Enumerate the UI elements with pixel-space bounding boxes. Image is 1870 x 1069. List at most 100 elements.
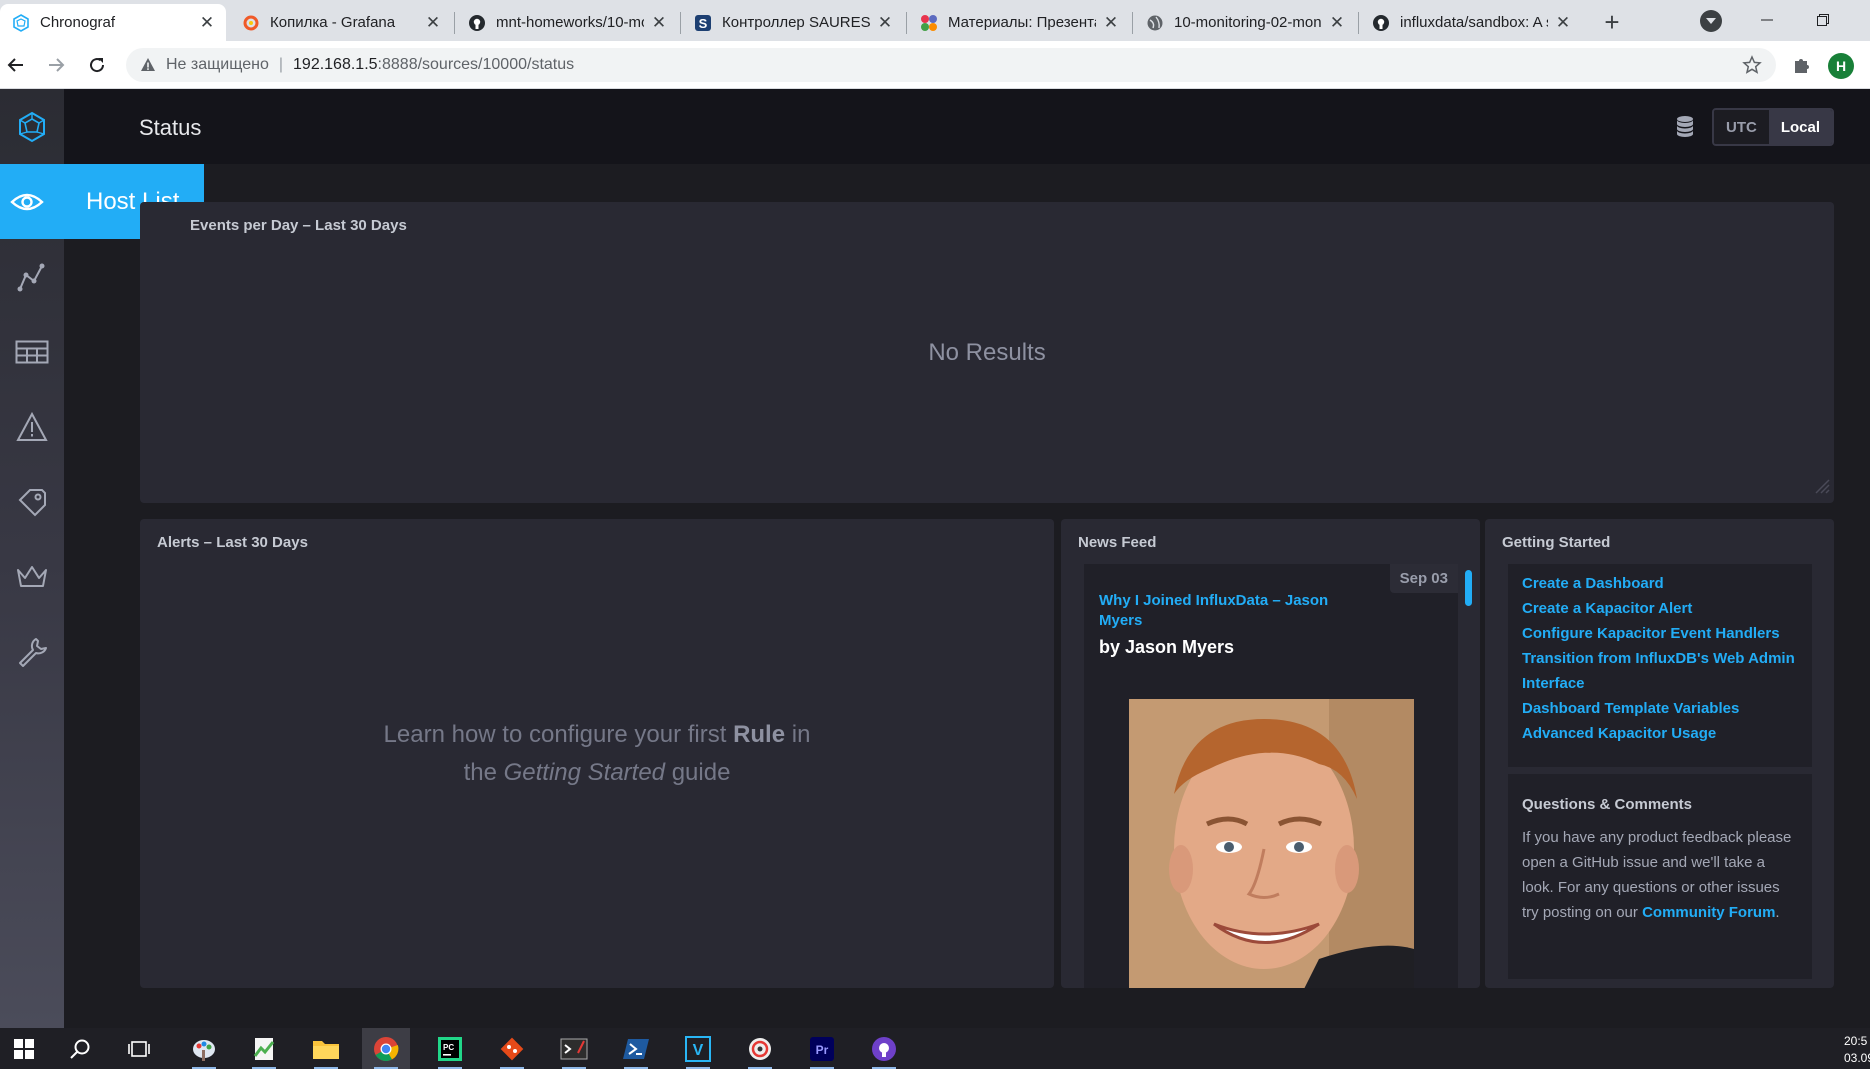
start-button[interactable] (0, 1028, 48, 1069)
bookmark-star-icon[interactable] (1742, 55, 1762, 80)
tab-separator (454, 12, 455, 34)
tab-title: 10-monitoring-02-monitoring (1174, 14, 1322, 31)
taskbar-app-vegas[interactable]: V (674, 1028, 722, 1069)
tab-title: Материалы: Презентация (948, 14, 1096, 31)
eye-icon (0, 191, 54, 213)
profile-avatar[interactable]: Н (1828, 53, 1854, 79)
link-configure-event-handlers[interactable]: Configure Kapacitor Event Handlers (1522, 621, 1798, 646)
sidebar-item-admin[interactable] (0, 539, 64, 614)
taskbar-app-paint[interactable] (180, 1028, 228, 1069)
system-clock[interactable]: 20:5 03.09 (1844, 1033, 1870, 1067)
restore-icon (1817, 14, 1829, 26)
getting-started-panel: Getting Started Create a Dashboard Creat… (1485, 519, 1834, 988)
back-button[interactable] (0, 49, 32, 81)
link-create-dashboard[interactable]: Create a Dashboard (1522, 571, 1798, 596)
svg-text:V: V (693, 1042, 704, 1059)
taskbar-app-pycharm[interactable]: PC (426, 1028, 474, 1069)
chronograf-logo-icon[interactable] (0, 89, 64, 164)
alerts-panel: Alerts – Last 30 Days Learn how to confi… (140, 519, 1054, 988)
taskbar-app-github-desktop[interactable] (860, 1028, 908, 1069)
new-tab-button[interactable]: + (1598, 7, 1626, 37)
tab-influx-sandbox[interactable]: influxdata/sandbox: A sandbox ✕ (1360, 4, 1582, 41)
windows-taskbar: PC V Pr 20:5 03.09 (0, 1028, 1870, 1069)
taskbar-app-terminal[interactable] (550, 1028, 598, 1069)
tz-utc-button[interactable]: UTC (1714, 110, 1769, 144)
empty-state-line: the Getting Started guide (464, 754, 731, 792)
terminal-icon (560, 1038, 588, 1059)
taskbar-app-media[interactable] (736, 1028, 784, 1069)
minimize-button[interactable] (1744, 4, 1790, 36)
taskbar-app-notepadpp[interactable] (240, 1028, 288, 1069)
wrench-icon (19, 637, 47, 667)
github-icon (468, 14, 486, 32)
table-icon (15, 340, 49, 363)
close-icon[interactable]: ✕ (1102, 13, 1120, 32)
tab-monitoring[interactable]: 10-monitoring-02-monitoring ✕ (1134, 4, 1356, 41)
taskbar-app-explorer[interactable] (302, 1028, 350, 1069)
restore-button[interactable] (1800, 4, 1846, 36)
clock-date: 03.09 (1844, 1051, 1870, 1065)
resize-handle-icon[interactable] (1812, 476, 1830, 499)
task-view-button[interactable] (115, 1028, 163, 1069)
close-icon[interactable]: ✕ (650, 13, 668, 32)
link-transition-admin[interactable]: Transition from InfluxDB's Web Admin Int… (1522, 646, 1798, 696)
tab-chronograf[interactable]: Chronograf ✕ (0, 4, 226, 41)
tz-local-button[interactable]: Local (1768, 110, 1833, 144)
chevron-down-icon (1706, 18, 1716, 24)
close-icon[interactable]: ✕ (198, 13, 216, 32)
sidebar-item-log-viewer[interactable] (0, 464, 64, 539)
close-icon[interactable]: ✕ (1328, 13, 1346, 32)
svg-text:Pr: Pr (816, 1043, 829, 1057)
link-template-variables[interactable]: Dashboard Template Variables (1522, 696, 1798, 721)
svg-text:S: S (699, 16, 708, 31)
sidebar-item-configuration[interactable] (0, 614, 64, 689)
task-view-icon (128, 1040, 150, 1057)
timezone-toggle: UTC Local (1712, 108, 1835, 146)
qc-title: Questions & Comments (1522, 796, 1693, 813)
github-desktop-icon (872, 1036, 896, 1061)
insecure-label: Не защищено (166, 56, 269, 73)
address-bar[interactable]: Не защищено | 192.168.1.5:8888/sources/1… (126, 48, 1776, 82)
search-button[interactable] (56, 1028, 104, 1069)
tab-github-homeworks[interactable]: mnt-homeworks/10-monitoring ✕ (456, 4, 678, 41)
sidebar-item-data-explorer[interactable] (0, 239, 64, 314)
taskbar-app-chrome[interactable] (362, 1028, 410, 1069)
close-icon[interactable]: ✕ (424, 13, 442, 32)
materials-icon (920, 14, 938, 32)
premiere-icon: Pr (810, 1036, 834, 1061)
qc-text: If you have any product feedback please … (1522, 825, 1798, 925)
rule-emphasis: Rule (733, 720, 786, 748)
community-forum-link[interactable]: Community Forum (1642, 904, 1775, 921)
chronograf-app: Host List Status UTC Local Events per Da… (0, 89, 1870, 1028)
tab-search-button[interactable] (1700, 10, 1722, 32)
close-icon[interactable]: ✕ (1554, 13, 1572, 32)
database-icon[interactable] (1676, 115, 1694, 142)
taskbar-app-premiere[interactable]: Pr (798, 1028, 846, 1069)
reload-button[interactable] (81, 49, 113, 81)
tab-separator (680, 12, 681, 34)
link-create-kapacitor-alert[interactable]: Create a Kapacitor Alert (1522, 596, 1798, 621)
vegas-icon: V (685, 1035, 711, 1062)
news-headline-link[interactable]: Why I Joined InfluxData – Jason Myers (1099, 591, 1349, 631)
extensions-puzzle-icon[interactable] (1792, 55, 1812, 80)
taskbar-app-powershell[interactable] (612, 1028, 660, 1069)
tab-grafana[interactable]: Копилка - Grafana ✕ (230, 4, 452, 41)
sidebar-item-dashboards[interactable] (0, 314, 64, 389)
folder-icon (313, 1040, 339, 1059)
taskbar-app-git[interactable] (488, 1028, 536, 1069)
tab-title: Контроллер SAURES (722, 14, 870, 31)
questions-comments-box: Questions & Comments If you have any pro… (1508, 774, 1812, 979)
tab-saures[interactable]: S Контроллер SAURES ✕ (682, 4, 904, 41)
alerts-empty-state: Learn how to configure your first Rule i… (140, 519, 1054, 988)
powershell-icon (623, 1038, 649, 1059)
close-icon[interactable]: ✕ (876, 13, 894, 32)
arrow-left-icon (7, 58, 23, 72)
search-icon (70, 1039, 90, 1059)
forward-button[interactable] (40, 49, 72, 81)
sidebar-item-alerting[interactable] (0, 389, 64, 464)
tab-materials[interactable]: Материалы: Презентация ✕ (908, 4, 1130, 41)
author-photo (1129, 699, 1414, 988)
crown-icon (17, 565, 47, 587)
link-advanced-kapacitor[interactable]: Advanced Kapacitor Usage (1522, 721, 1798, 746)
news-scrollbar[interactable] (1465, 570, 1472, 606)
